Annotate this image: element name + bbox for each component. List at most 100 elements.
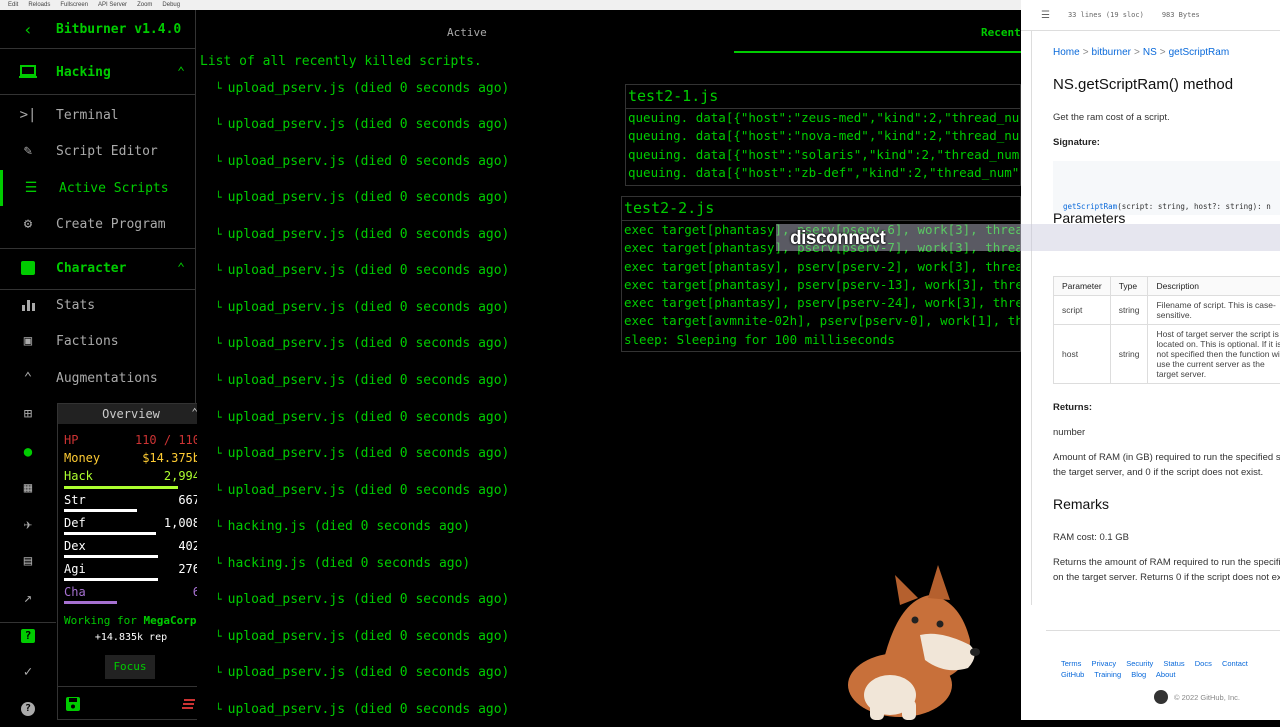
breadcrumb-bitburner[interactable]: bitburner xyxy=(1092,47,1131,58)
log-title[interactable]: test2-2.js xyxy=(622,197,1020,221)
killed-scripts-title: List of all recently killed scripts. xyxy=(200,54,482,69)
github-logo-icon[interactable] xyxy=(1154,690,1168,704)
sidebar-item-stats[interactable]: Stats xyxy=(0,287,196,323)
sidebar-item-label: Terminal xyxy=(56,108,196,123)
tab-recent[interactable]: Recent xyxy=(981,26,1021,39)
tree-branch-icon: └ xyxy=(215,228,222,241)
param-desc: Host of target server the script is loca… xyxy=(1148,325,1280,384)
footer-link[interactable]: Blog xyxy=(1131,670,1146,679)
sidebar-item-milestones[interactable]: ✓ xyxy=(0,654,56,690)
menu-api-server[interactable]: API Server xyxy=(98,0,127,10)
menu-reloads[interactable]: Reloads xyxy=(28,0,50,10)
sidebar-item-stock-market[interactable]: ↗ xyxy=(0,580,56,616)
list-item[interactable]: └upload_pserv.js (died 0 seconds ago) xyxy=(215,665,509,680)
list-item[interactable]: └upload_pserv.js (died 0 seconds ago) xyxy=(215,483,509,498)
list-item[interactable]: └upload_pserv.js (died 0 seconds ago) xyxy=(215,373,509,388)
sidebar-category-label: Character xyxy=(56,261,166,276)
sidebar-category-character[interactable]: Character ⌃ xyxy=(0,250,196,286)
sidebar-item-travel[interactable]: ✈ xyxy=(0,507,56,543)
divider xyxy=(0,248,196,249)
list-item[interactable]: └upload_pserv.js (died 0 seconds ago) xyxy=(215,592,509,607)
footer-links: Terms Privacy Security Status Docs Conta… xyxy=(1061,658,1280,680)
agi-progress-bar xyxy=(64,578,158,581)
footer-link[interactable]: About xyxy=(1156,670,1176,679)
menu-edit[interactable]: Edit xyxy=(8,0,18,10)
copyright-text: © 2022 GitHub, Inc. xyxy=(1174,693,1240,702)
overview-title: Overview xyxy=(102,407,160,421)
breadcrumb-getscriptram[interactable]: getScriptRam xyxy=(1169,47,1230,58)
menu-zoom[interactable]: Zoom xyxy=(137,0,152,10)
list-item[interactable]: └upload_pserv.js (died 0 seconds ago) xyxy=(215,336,509,351)
footer-link[interactable]: Privacy xyxy=(1092,659,1117,668)
kill-all-icon[interactable] xyxy=(182,696,196,715)
list-item[interactable]: └upload_pserv.js (died 0 seconds ago) xyxy=(215,629,509,644)
tree-branch-icon: └ xyxy=(215,557,222,570)
list-item[interactable]: └hacking.js (died 0 seconds ago) xyxy=(215,556,470,571)
list-item[interactable]: └upload_pserv.js (died 0 seconds ago) xyxy=(215,263,509,278)
focus-button[interactable]: Focus xyxy=(105,655,155,679)
sidebar-item-label: Create Program xyxy=(56,217,196,232)
overview-header[interactable]: Overview ⌃ xyxy=(58,404,204,424)
stat-money: Money $14.375b xyxy=(64,451,200,465)
file-size: 983 Bytes xyxy=(1162,11,1200,19)
menu-debug[interactable]: Debug xyxy=(162,0,180,10)
table-row: script string Filename of script. This i… xyxy=(1054,296,1280,325)
sidebar-item-tutorial[interactable]: ? xyxy=(0,691,56,727)
sidebar-item-script-editor[interactable]: ✎ Script Editor xyxy=(0,133,196,169)
stat-value: $14.375b xyxy=(142,451,200,465)
sidebar-item-active-scripts[interactable]: ☰ Active Scripts xyxy=(0,170,199,206)
log-window-test2-1[interactable]: test2-1.js queuing. data[{"host":"zeus-m… xyxy=(625,84,1021,186)
breadcrumb-ns[interactable]: NS xyxy=(1143,47,1157,58)
footer-link[interactable]: Security xyxy=(1126,659,1153,668)
list-item[interactable]: └hacking.js (died 0 seconds ago) xyxy=(215,519,470,534)
globe-icon: ● xyxy=(0,444,56,460)
pencil-icon: ✎ xyxy=(0,143,56,159)
footer-link[interactable]: Terms xyxy=(1061,659,1081,668)
list-item[interactable]: └upload_pserv.js (died 0 seconds ago) xyxy=(215,446,509,461)
footer-link[interactable]: Contact GitHub xyxy=(1061,659,1248,679)
breadcrumb-home[interactable]: Home xyxy=(1053,47,1080,58)
sidebar-item-help[interactable]: ? xyxy=(0,618,56,654)
tree-branch-icon: └ xyxy=(215,593,222,606)
list-item[interactable]: └upload_pserv.js (died 0 seconds ago) xyxy=(215,300,509,315)
list-item[interactable]: └upload_pserv.js (died 0 seconds ago) xyxy=(215,190,509,205)
save-icon[interactable] xyxy=(66,696,80,715)
stat-value: 110 / 110 xyxy=(135,433,200,447)
hamburger-icon[interactable]: ☰ xyxy=(1041,10,1050,21)
log-title[interactable]: test2-1.js xyxy=(626,85,1020,109)
sidebar-item-world[interactable]: ● xyxy=(0,434,56,470)
footer-link[interactable]: Status xyxy=(1163,659,1184,668)
log-window-test2-2[interactable]: test2-2.js exec target[phantasy], pserv[… xyxy=(621,196,1021,352)
list-item[interactable]: └upload_pserv.js (died 0 seconds ago) xyxy=(215,227,509,242)
sidebar-item-terminal[interactable]: >| Terminal xyxy=(0,97,196,133)
sidebar-item-hacknet[interactable]: ⊞ xyxy=(0,396,56,432)
tab-active[interactable]: Active xyxy=(447,26,487,39)
stat-label: Hack xyxy=(64,469,93,483)
signature-label: Signature: xyxy=(1053,137,1100,148)
sidebar-item-augmentations[interactable]: ⌃ Augmentations xyxy=(0,360,196,396)
list-item[interactable]: └upload_pserv.js (died 0 seconds ago) xyxy=(215,702,509,717)
stat-agi: Agi 276 xyxy=(64,562,200,576)
chevron-left-icon[interactable]: ‹ xyxy=(0,20,56,39)
log-line: queuing. data[{"host":"nova-med","kind":… xyxy=(626,127,1020,145)
doc-content: Home>bitburner>NS>getScriptRam NS.getScr… xyxy=(1031,30,1280,605)
stat-label: HP xyxy=(64,433,78,447)
param-type: string xyxy=(1110,325,1148,384)
sidebar-item-factions[interactable]: ▣ Factions xyxy=(0,323,196,359)
stat-def: Def 1,008 xyxy=(64,516,200,530)
list-item[interactable]: └upload_pserv.js (died 0 seconds ago) xyxy=(215,154,509,169)
list-item[interactable]: └upload_pserv.js (died 0 seconds ago) xyxy=(215,410,509,425)
footer-link[interactable]: Docs xyxy=(1195,659,1212,668)
sidebar-header: ‹ Bitburner v1.4.0 xyxy=(0,10,195,49)
tree-branch-icon: └ xyxy=(215,703,222,716)
sidebar-category-hacking[interactable]: Hacking ⌃ xyxy=(0,54,196,90)
footer-link[interactable]: Training xyxy=(1094,670,1121,679)
sidebar-item-city[interactable]: ▦ xyxy=(0,470,56,506)
list-item[interactable]: └upload_pserv.js (died 0 seconds ago) xyxy=(215,81,509,96)
chevron-up-icon: ⌃ xyxy=(166,65,196,80)
sidebar-item-job[interactable]: ▤ xyxy=(0,543,56,579)
list-item[interactable]: └upload_pserv.js (died 0 seconds ago) xyxy=(215,117,509,132)
menu-fullscreen[interactable]: Fullscreen xyxy=(60,0,88,10)
sidebar-item-create-program[interactable]: ⚙ Create Program xyxy=(0,206,196,242)
tree-branch-icon: └ xyxy=(215,666,222,679)
